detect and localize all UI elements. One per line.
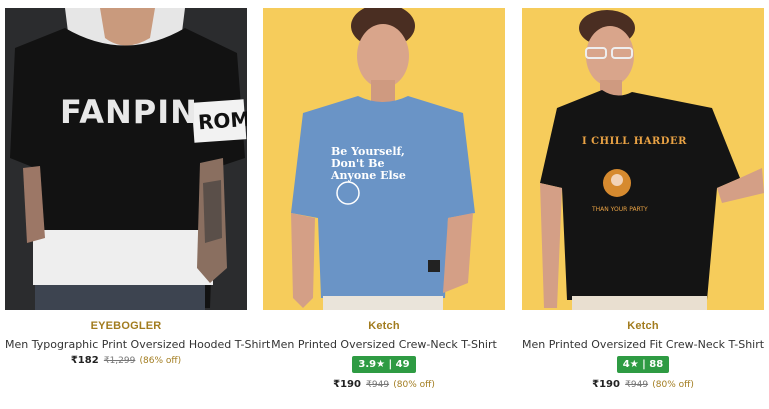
price-row: ₹190 ₹949 (80% off) bbox=[522, 379, 764, 390]
rating-badge: 4★ | 88 bbox=[616, 356, 670, 373]
rating-badge: 3.9★ | 49 bbox=[352, 356, 416, 373]
price-row: ₹190 ₹949 (80% off) bbox=[263, 379, 505, 390]
mrp: ₹949 bbox=[625, 380, 649, 390]
price: ₹190 bbox=[592, 379, 620, 390]
model-figure bbox=[5, 8, 247, 310]
shirt-print-text: I CHILL HARDER bbox=[582, 136, 687, 147]
shirt-print-text: FANPIN bbox=[60, 93, 198, 131]
product-card-3[interactable]: I CHILL HARDER THAN YOUR PARTY Ketch Men… bbox=[522, 8, 764, 390]
price: ₹182 bbox=[70, 355, 99, 366]
discount: (80% off) bbox=[652, 380, 694, 390]
product-title[interactable]: Men Typographic Print Oversized Hooded T… bbox=[5, 338, 270, 351]
product-title[interactable]: Men Printed Oversized Crew-Neck T-Shirt bbox=[263, 338, 505, 351]
product-card-1[interactable]: FANPIN ROMA EYEBOGLER Men Typographic Pr… bbox=[5, 8, 270, 366]
model-figure bbox=[522, 8, 764, 310]
sleeve-print-text: ROMA bbox=[197, 105, 247, 135]
product-card-2[interactable]: Be Yourself, Don't Be Anyone Else Ketch … bbox=[263, 8, 505, 390]
mrp: ₹949 bbox=[366, 380, 390, 390]
brand-name: EYEBOGLER bbox=[90, 320, 162, 332]
brand-name: Ketch bbox=[368, 320, 400, 332]
product-image[interactable]: FANPIN ROMA bbox=[5, 8, 247, 310]
price-row: ₹182 ₹1,299 (86% off) bbox=[5, 355, 247, 366]
brand-name: Ketch bbox=[627, 320, 659, 332]
price: ₹190 bbox=[333, 379, 361, 390]
product-image[interactable]: I CHILL HARDER THAN YOUR PARTY bbox=[522, 8, 764, 310]
mrp: ₹1,299 bbox=[103, 356, 136, 366]
product-title[interactable]: Men Printed Oversized Fit Crew-Neck T-Sh… bbox=[522, 338, 764, 351]
discount: (80% off) bbox=[393, 380, 435, 390]
product-image[interactable]: Be Yourself, Don't Be Anyone Else bbox=[263, 8, 505, 310]
discount: (86% off) bbox=[139, 356, 182, 366]
shirt-print-text: Be Yourself, Don't Be Anyone Else bbox=[331, 145, 406, 182]
shirt-print-subtext: THAN YOUR PARTY bbox=[592, 206, 648, 213]
